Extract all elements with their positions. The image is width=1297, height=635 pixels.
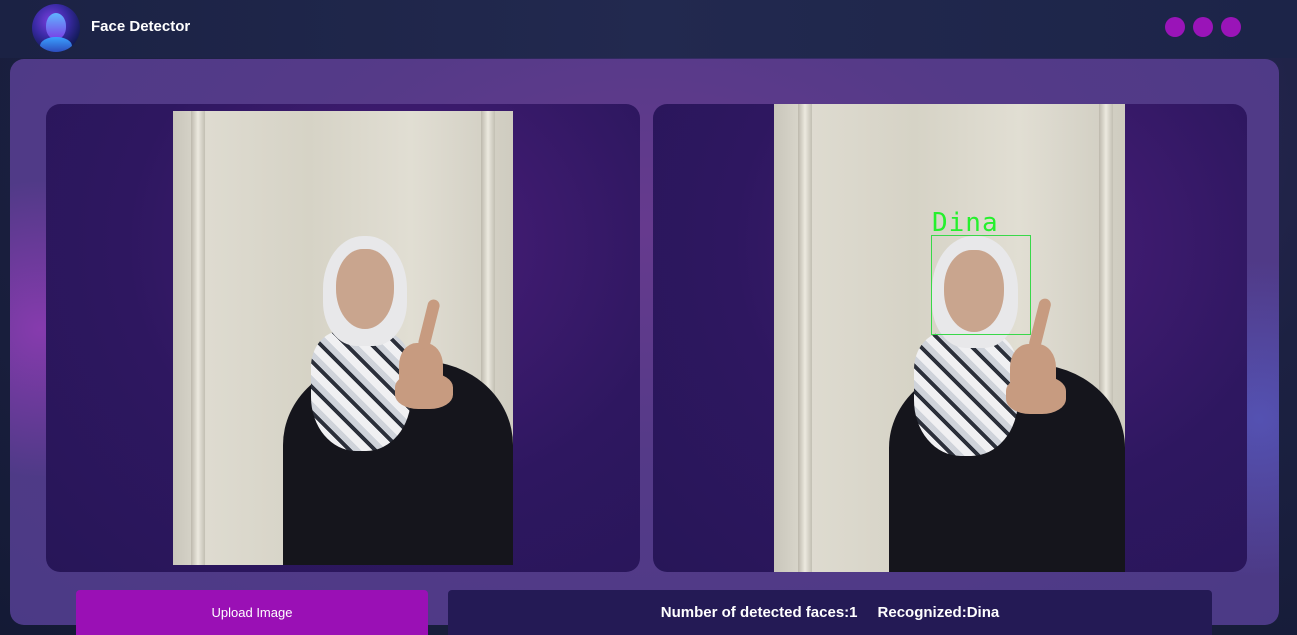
face-logo-icon [32,4,80,52]
upload-image-button[interactable]: Upload Image [76,590,428,635]
original-photo [173,111,513,565]
face-detection-label: Dina [932,208,999,238]
results-bar: Number of detected faces:1 Recognized:Di… [448,590,1212,635]
window-dot-2[interactable] [1193,17,1213,37]
main-content: Dina [10,59,1279,625]
window-dot-3[interactable] [1221,17,1241,37]
app-header: Face Detector [0,0,1297,58]
app-title: Face Detector [91,18,191,35]
window-dot-1[interactable] [1165,17,1185,37]
recognized-name: Recognized:Dina [877,604,1000,621]
original-image-panel [46,104,640,572]
detection-result-panel: Dina [653,104,1247,572]
detected-faces-count: Number of detected faces:1 [660,604,858,621]
annotated-photo: Dina [774,104,1125,572]
window-controls [1165,17,1241,37]
face-detection-box [931,235,1031,335]
